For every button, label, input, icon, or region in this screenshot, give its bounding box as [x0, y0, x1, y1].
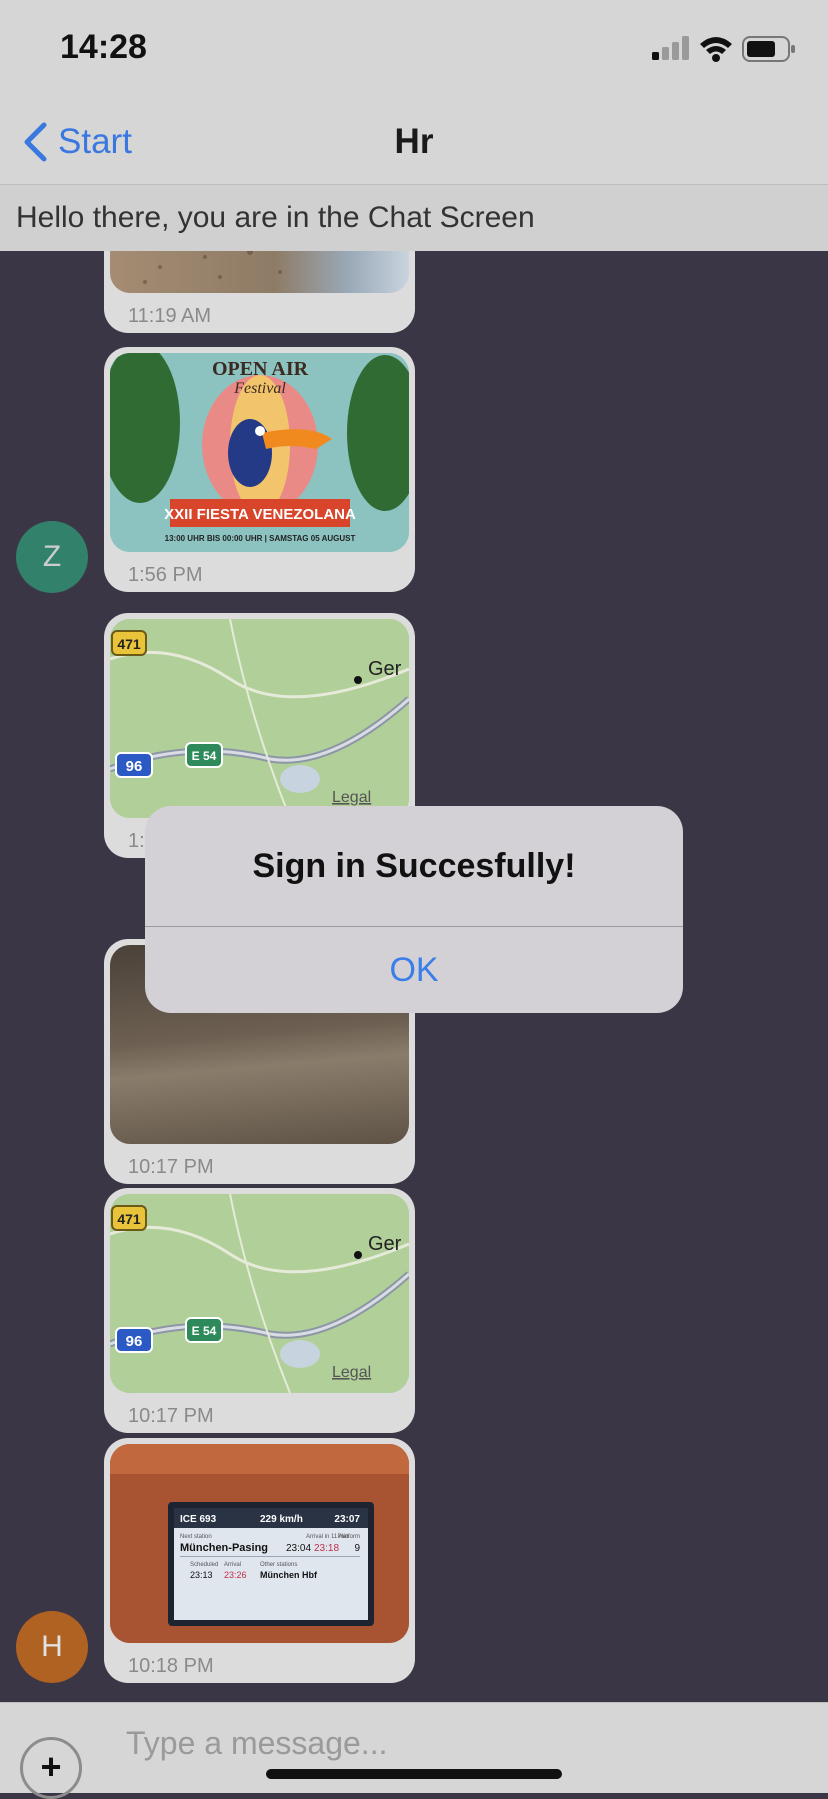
- avatar[interactable]: H: [16, 1611, 88, 1683]
- map-road-c: E 54: [192, 749, 217, 763]
- page-title: Hr: [394, 122, 434, 161]
- map-road-a: 471: [117, 636, 141, 652]
- message-input[interactable]: [124, 1717, 768, 1769]
- next-station-label: Next station: [180, 1534, 212, 1540]
- train-number: ICE 693: [180, 1514, 217, 1525]
- cellular-signal-icon: [652, 36, 689, 60]
- platform-number: 9: [354, 1543, 360, 1554]
- sign-in-alert: Sign in Succesfully! OK: [145, 806, 683, 1013]
- stop-actual-time: 23:26: [224, 1570, 247, 1580]
- map-message[interactable]: Ger 471 96 E 54 Legal 10:17 PM: [104, 1188, 415, 1433]
- train-clock: 23:07: [334, 1514, 360, 1525]
- wifi-icon: [700, 37, 732, 62]
- next-station-name: München-Pasing: [180, 1542, 268, 1554]
- alert-title: Sign in Succesfully!: [252, 847, 576, 885]
- message-image[interactable]: ICE 693 229 km/h 23:07 Next station Arri…: [110, 1444, 409, 1643]
- train-display-photo: ICE 693 229 km/h 23:07 Next station Arri…: [110, 1444, 409, 1643]
- message-image[interactable]: OPEN AIR Festival XXII FIESTA VENEZOLANA…: [110, 353, 409, 552]
- map-tile: Ger 471 96 E 54 Legal: [110, 1194, 409, 1393]
- status-bar: 14:28: [0, 0, 828, 100]
- message-timestamp: 10:17 PM: [128, 1156, 214, 1178]
- chat-banner: Hello there, you are in the Chat Screen: [0, 185, 828, 251]
- map-road-a: 471: [117, 1211, 141, 1227]
- map-image[interactable]: Ger 471 96 E 54 Legal: [110, 1194, 409, 1393]
- map-legal-link: Legal: [332, 1364, 371, 1381]
- message-timestamp: 11:19 AM: [128, 305, 212, 327]
- image-message[interactable]: ICE 693 229 km/h 23:07 Next station Arri…: [104, 1438, 415, 1683]
- message-timestamp: 10:18 PM: [128, 1655, 214, 1677]
- map-legal-link: Legal: [332, 789, 371, 806]
- message-timestamp: 10:17 PM: [128, 1405, 214, 1427]
- poster-banner: XXII FIESTA VENEZOLANA: [164, 506, 356, 523]
- avatar[interactable]: Z: [16, 521, 88, 593]
- train-speed: 229 km/h: [260, 1514, 303, 1525]
- message-image[interactable]: [110, 251, 409, 293]
- festival-poster-image: OPEN AIR Festival XXII FIESTA VENEZOLANA…: [110, 353, 409, 552]
- ok-button[interactable]: OK: [145, 927, 683, 1013]
- map-place-label: Ger: [368, 658, 402, 680]
- poster-details: 13:00 UHR BIS 00:00 UHR | SAMSTAG 05 AUG…: [165, 534, 356, 543]
- map-road-b: 96: [126, 1333, 143, 1350]
- other-stations-label: Other stations: [260, 1562, 297, 1568]
- message-composer: +: [0, 1702, 828, 1799]
- add-attachment-button[interactable]: +: [20, 1737, 82, 1799]
- destination-name: München Hbf: [260, 1570, 318, 1580]
- scheduled-label: Scheduled: [190, 1562, 218, 1568]
- beach-photo: [143, 251, 282, 284]
- map-image[interactable]: Ger 471 96 E 54 Legal: [110, 619, 409, 818]
- poster-title: OPEN AIR: [212, 358, 309, 380]
- scheduled-time: 23:04: [286, 1543, 311, 1554]
- actual-time: 23:18: [314, 1543, 339, 1554]
- map-road-b: 96: [126, 758, 143, 775]
- image-message[interactable]: 11:19 AM: [104, 251, 415, 333]
- image-message[interactable]: OPEN AIR Festival XXII FIESTA VENEZOLANA…: [104, 347, 415, 592]
- message-timestamp: 1:56 PM: [128, 564, 203, 586]
- stop-scheduled-time: 23:13: [190, 1570, 213, 1580]
- map-place-label: Ger: [368, 1233, 402, 1255]
- poster-subtitle: Festival: [233, 380, 286, 397]
- map-tile: Ger 471 96 E 54 Legal: [110, 619, 409, 818]
- navigation-bar: Start Hr: [0, 100, 828, 185]
- battery-icon: [742, 36, 795, 62]
- map-road-c: E 54: [192, 1324, 217, 1338]
- platform-label: Platform: [338, 1534, 360, 1540]
- home-indicator: [266, 1769, 562, 1779]
- arr-label: Arrival: [224, 1562, 241, 1568]
- status-time: 14:28: [60, 28, 147, 66]
